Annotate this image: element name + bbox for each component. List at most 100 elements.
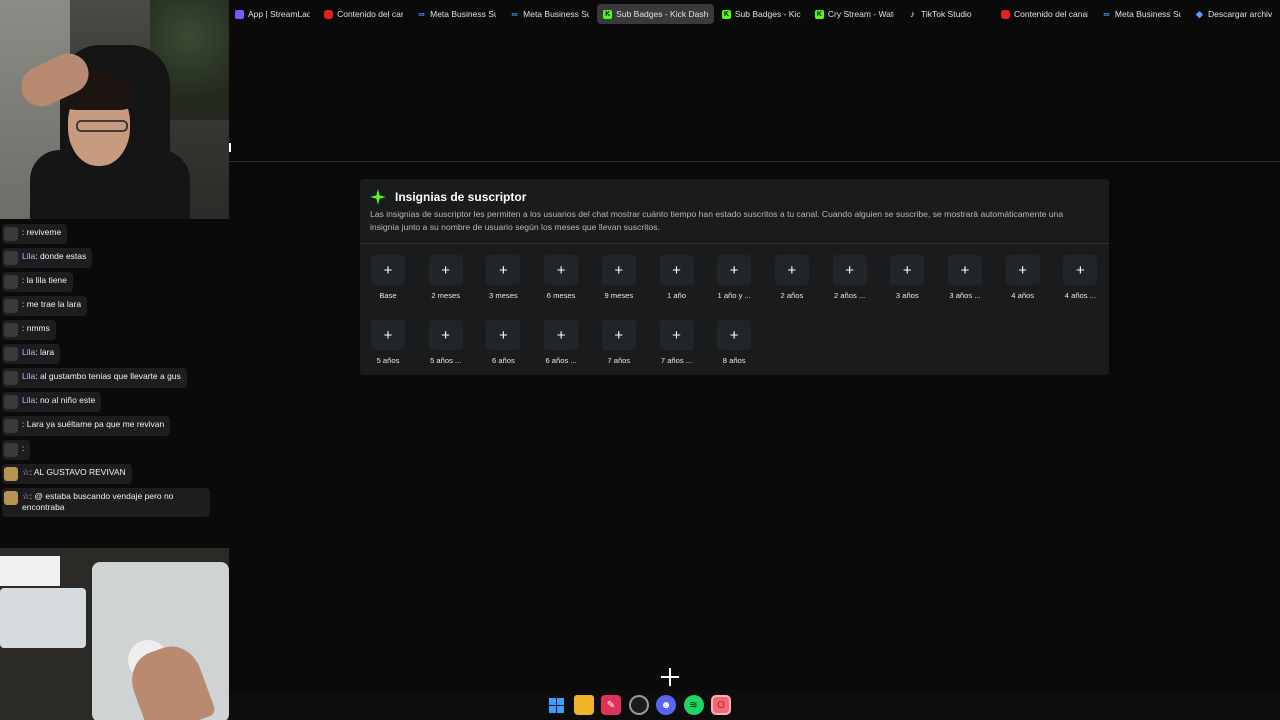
kick-icon: K [814,9,824,19]
subscriber-badge-slot: +5 años [370,320,406,365]
chat-message: ☆: @ estaba buscando vendaje pero no enc… [2,488,210,517]
add-badge-button[interactable]: + [717,320,752,350]
browser-tab[interactable]: ♪ TikTok Studio [902,4,993,24]
chat-message-content: : me trae la lara [22,299,81,310]
subscriber-badge-slot: +4 años [1005,255,1041,300]
add-badge-button[interactable]: + [371,255,405,285]
browser-tab[interactable]: ∞ Meta Business Suite [1096,4,1187,24]
chat-text: : al gustambo tenias que llevarte a gus [35,371,181,381]
browser-tab[interactable]: App | StreamLadder [229,4,316,24]
badge-label: 2 años ... [833,291,866,300]
browser-tab-label: Cry Stream - Watch [827,9,894,19]
browser-tab-bar: App | StreamLadder Contenido del canal ∞ Me… [229,0,1280,28]
add-badge-button[interactable]: + [832,255,867,285]
badge-label: 4 años [1011,291,1035,300]
chat-text: : la lila tiene [22,275,67,285]
add-badge-button[interactable]: + [428,255,463,285]
browser-tab[interactable]: ◆ Descargar archivo [1189,4,1278,24]
chat-message-content: Lila: lara [22,347,54,358]
chrome-icon[interactable] [628,695,649,715]
chat-message: : Lara ya suéltame pa que me revivan [2,416,171,436]
add-badge-button[interactable]: + [948,255,982,285]
windows-start-icon[interactable] [546,695,566,715]
add-badge-button[interactable]: + [544,320,579,350]
chat-message: : nmms [2,320,56,340]
badge-label: 9 meses [604,291,634,300]
badge-label: 3 años [895,291,919,300]
desk-camera-feed [0,548,229,720]
add-badge-button[interactable]: + [601,255,636,285]
browser-tab-label: Meta Business Suite [523,9,589,19]
chat-text: : Lara ya suéltame pa que me revivan [22,419,165,429]
add-badge-button[interactable]: + [890,255,925,285]
subscriber-badge-slot: +2 meses [428,255,464,300]
app-icon [235,9,244,19]
chat-message-content: : la lila tiene [22,275,67,286]
kick-icon: K [721,9,731,19]
subscriber-badge-slot: +9 meses [601,255,637,300]
browser-tab[interactable]: Contenido del canal [995,4,1094,24]
subscriber-badge-slot: +3 años ... [947,255,983,300]
add-badge-button[interactable]: + [1063,255,1098,285]
discord-icon[interactable]: ☻ [656,695,676,715]
badge-label: 2 meses [431,291,461,300]
header-divider [229,161,1280,162]
browser-tab[interactable]: KCry Stream - Watch [809,4,900,24]
badge-label: 3 meses [489,291,518,300]
browser-tab-label: Contenido del canal [1013,9,1088,19]
badge-label: 7 años [607,356,631,365]
add-badge-button[interactable]: + [774,255,809,285]
opera-gx-icon[interactable]: O [711,695,731,715]
kick-icon: K [603,9,613,19]
add-badge-button[interactable]: + [717,255,752,285]
subscriber-badge-slot: +4 años ... [1062,255,1098,300]
browser-tab[interactable]: K Sub Badges - Kick Dashbo [597,4,714,24]
add-badge-button[interactable]: + [371,320,405,350]
subscriber-badge-slot: +3 años [889,255,925,300]
badge-label: 1 año [666,291,686,300]
chat-text: : me trae la lara [22,299,82,309]
chat-avatar [4,299,18,313]
browser-tab-label: Sub Badges - Kick D [734,9,801,19]
subscriber-badge-slot: +8 años [716,320,752,365]
badge-label: 6 años [491,356,515,365]
chat-message: : la lila tiene [2,272,73,292]
add-badge-button[interactable]: + [659,255,694,285]
download-icon: ◆ [1195,8,1203,19]
chat-message: Lila: al gustambo tenias que llevarte a … [2,368,187,388]
badge-label: 5 años ... [430,356,462,365]
app-red-icon[interactable]: ✎ [601,695,621,715]
add-badge-button[interactable]: + [544,255,579,285]
add-badge-button[interactable]: + [659,320,694,350]
browser-tab-label: Sub Badges - Kick Dashbo [616,9,708,19]
subscriber-badge-slot: +7 años [601,320,637,365]
badge-label: 8 años [722,356,746,365]
browser-tab-label: Meta Business Suite [1114,9,1181,19]
browser-tab[interactable]: ∞ Meta Business Suite [411,4,502,24]
chat-avatar [4,491,18,505]
add-badge-button[interactable]: + [428,320,463,350]
chat-avatar [4,419,18,433]
add-badge-button[interactable]: + [601,320,636,350]
chat-avatar [4,227,18,241]
chat-message-content: : [22,443,24,454]
browser-tab-label: Meta Business Suite [430,9,496,19]
browser-tab-label: TikTok Studio [920,9,972,19]
subscriber-badge-slot: +1 año y ... [716,255,752,300]
file-explorer-icon[interactable] [573,695,594,715]
chat-text: : lara [35,347,55,357]
add-badge-button[interactable]: + [486,255,521,285]
add-badge-button[interactable]: + [1005,255,1040,285]
spotify-icon[interactable]: ≋ [683,695,704,715]
chat-username: Lila [22,395,36,405]
browser-tab[interactable]: KSub Badges - Kick D [716,4,807,24]
chat-username: ☆ [22,491,30,501]
badge-label: 6 meses [546,291,576,300]
chat-message-content: ☆: AL GUSTAVO REVIVAN [22,467,126,478]
browser-window: App | StreamLadder Contenido del canal ∞ Me… [229,0,1280,720]
add-badge-button[interactable]: + [486,320,521,350]
browser-tab[interactable]: ∞ Meta Business Suite [504,4,595,24]
chat-message: Lila: no al niño este [2,392,102,412]
browser-tab[interactable]: Contenido del canal [318,4,409,24]
chat-message: Lila: donde estas [2,248,93,268]
